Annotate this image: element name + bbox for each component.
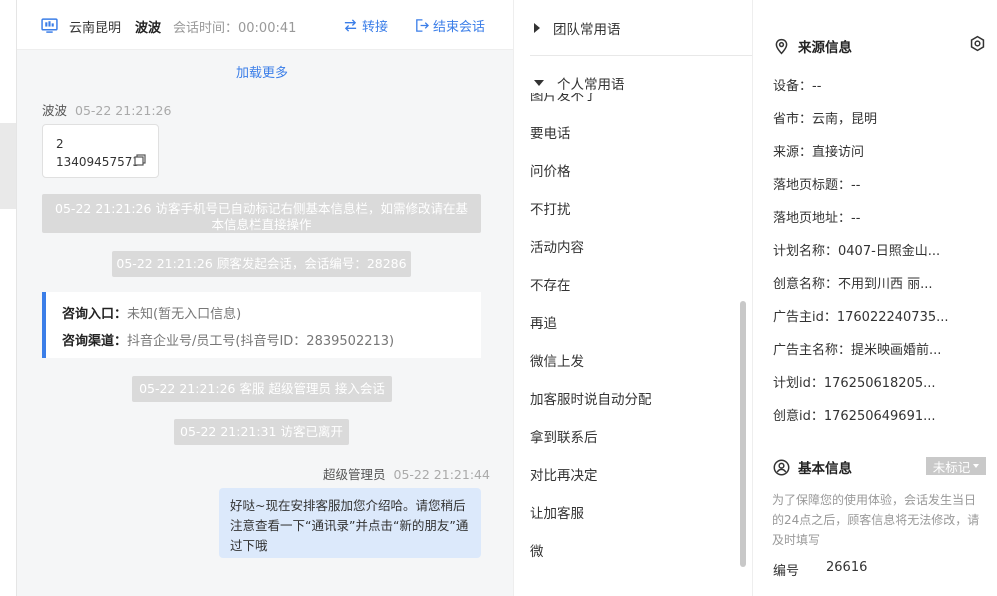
consult-info-card: 咨询入口：未知(暂无入口信息) 咨询渠道：抖音企业号/员工号(抖音号ID：283… bbox=[42, 292, 481, 358]
phrases-panel: 团队常用语 个人常用语 图片发不了 要电话 问价格 不打扰 活动内容 不存在 再… bbox=[513, 0, 753, 596]
consult-entry-value: 未知(暂无入口信息) bbox=[127, 307, 242, 322]
chat-header: 云南昆明 波波 会话时间：00:00:41 转接 结束会话 bbox=[17, 0, 513, 50]
visitor-message-bubble: 2 13409457573 bbox=[42, 124, 159, 178]
province-city-field: 省市：云南，昆明 bbox=[773, 112, 878, 127]
creative-id-field: 创意id：176250649691... bbox=[773, 409, 936, 424]
end-session-label: 结束会话 bbox=[433, 20, 486, 35]
personal-phrases-label: 个人常用语 bbox=[557, 77, 625, 93]
caret-down-icon bbox=[534, 80, 544, 86]
consult-channel-label: 咨询渠道： bbox=[62, 334, 128, 349]
landing-title-field: 落地页标题：-- bbox=[773, 178, 861, 193]
phrase-item[interactable]: 让加客服 bbox=[530, 502, 584, 522]
visitor-info-panel: 来源信息 设备：-- 省市：云南，昆明 来源：直接访问 落地页标题：-- 落地页… bbox=[754, 0, 997, 596]
system-message: 05-22 21:21:26 客服 超级管理员 接入会话 bbox=[132, 376, 392, 402]
source-info-title: 来源信息 bbox=[773, 36, 852, 56]
exit-icon bbox=[416, 19, 429, 32]
agent-msg-time: 05-22 21:21:44 bbox=[393, 467, 490, 482]
left-nav-strip bbox=[0, 0, 17, 596]
phrase-item[interactable]: 拿到联系后 bbox=[530, 426, 598, 446]
consult-channel-row: 咨询渠道：抖音企业号/员工号(抖音号ID：2839502213) bbox=[62, 330, 481, 357]
transfer-button[interactable]: 转接 bbox=[343, 16, 388, 35]
device-field: 设备：-- bbox=[773, 79, 822, 94]
transfer-icon bbox=[344, 19, 357, 32]
system-message: 05-22 21:21:26 访客手机号已自动标记右侧基本信息栏，如需修改请在基… bbox=[42, 194, 481, 233]
nav-active-item[interactable] bbox=[0, 123, 16, 209]
phrase-item[interactable]: 微信上发 bbox=[530, 350, 584, 370]
phrase-list: 图片发不了 要电话 问价格 不打扰 活动内容 不存在 再追 微信上发 加客服时说… bbox=[514, 93, 752, 596]
system-message: 05-22 21:21:26 顾客发起会话，会话编号：28286 bbox=[112, 251, 411, 277]
phrase-list-scrollbar[interactable] bbox=[740, 301, 746, 567]
visitor-location: 云南昆明 bbox=[69, 21, 122, 36]
caret-down-icon bbox=[973, 464, 980, 468]
origin-field: 来源：直接访问 bbox=[773, 145, 865, 160]
consult-entry-label: 咨询入口： bbox=[62, 307, 128, 322]
team-phrases-toggle[interactable]: 团队常用语 bbox=[514, 1, 752, 55]
visitor-msg-line1: 2 bbox=[56, 137, 64, 151]
phrase-item[interactable]: 对比再决定 bbox=[530, 464, 598, 484]
number-value: 26616 bbox=[826, 560, 868, 575]
edit-deadline-note: 为了保障您的使用体验，会话发生当日的24点之后，顾客信息将无法修改，请及时填写 bbox=[772, 493, 980, 547]
tag-dropdown[interactable]: 未标记 bbox=[926, 457, 986, 475]
load-more-link[interactable]: 加载更多 bbox=[236, 62, 288, 81]
agent-msg-meta: 超级管理员 05-22 21:21:44 bbox=[323, 464, 490, 483]
plan-id-field: 计划id：176250618205... bbox=[773, 376, 936, 391]
visitor-name: 波波 bbox=[135, 21, 162, 36]
phrase-item[interactable]: 活动内容 bbox=[530, 236, 584, 256]
system-message: 05-22 21:21:31 访客已离开 bbox=[174, 419, 349, 445]
creative-name-field: 创意名称：不用到川西 丽... bbox=[773, 277, 933, 292]
copy-icon[interactable] bbox=[134, 154, 146, 166]
user-circle-icon bbox=[773, 459, 790, 475]
phrase-item[interactable]: 加客服时说自动分配 bbox=[530, 388, 652, 408]
advertiser-name-field: 广告主名称：提米映画婚前... bbox=[773, 343, 942, 358]
agent-message-bubble: 好哒~现在安排客服加您介绍哈。请您稍后注意查看一下“通讯录”并点击“新的朋友”通… bbox=[219, 488, 481, 558]
phrase-item[interactable]: 不存在 bbox=[530, 274, 571, 294]
number-label: 编号 bbox=[773, 564, 800, 579]
chat-panel: 云南昆明 波波 会话时间：00:00:41 转接 结束会话 加载更多 波波 05-… bbox=[17, 0, 513, 596]
tag-dropdown-label: 未标记 bbox=[932, 459, 971, 475]
phrase-item[interactable]: 再追 bbox=[530, 312, 557, 332]
phrase-item[interactable]: 问价格 bbox=[530, 160, 571, 180]
phrase-item[interactable]: 图片发不了 bbox=[530, 93, 598, 104]
end-session-button[interactable]: 结束会话 bbox=[414, 16, 485, 35]
visitor-msg-meta: 波波 05-22 21:21:26 bbox=[42, 100, 171, 119]
consult-entry-row: 咨询入口：未知(暂无入口信息) bbox=[62, 303, 481, 330]
session-time: 会话时间：00:00:41 bbox=[173, 21, 297, 36]
agent-msg-sender: 超级管理员 bbox=[323, 467, 386, 482]
landing-url-field: 落地页地址：-- bbox=[773, 211, 861, 226]
visitor-msg-time: 05-22 21:21:26 bbox=[75, 103, 172, 118]
visitor-msg-sender: 波波 bbox=[42, 103, 68, 118]
monitor-icon bbox=[41, 18, 58, 33]
basic-info-label: 基本信息 bbox=[798, 461, 852, 477]
basic-info-title: 基本信息 bbox=[773, 457, 852, 477]
phrase-item[interactable]: 微 bbox=[530, 540, 544, 560]
phrase-item[interactable]: 不打扰 bbox=[530, 198, 571, 218]
consult-channel-value: 抖音企业号/员工号(抖音号ID：2839502213) bbox=[127, 334, 395, 349]
advertiser-id-field: 广告主id：176022240735... bbox=[773, 310, 949, 325]
source-info-label: 来源信息 bbox=[798, 40, 852, 56]
phrase-item[interactable]: 要电话 bbox=[530, 122, 571, 142]
caret-right-icon bbox=[534, 23, 540, 33]
transfer-label: 转接 bbox=[362, 20, 389, 35]
gear-icon[interactable] bbox=[969, 35, 986, 52]
team-phrases-label: 团队常用语 bbox=[553, 22, 621, 38]
location-pin-icon bbox=[775, 38, 788, 54]
plan-name-field: 计划名称：0407-日照金山... bbox=[773, 244, 941, 259]
